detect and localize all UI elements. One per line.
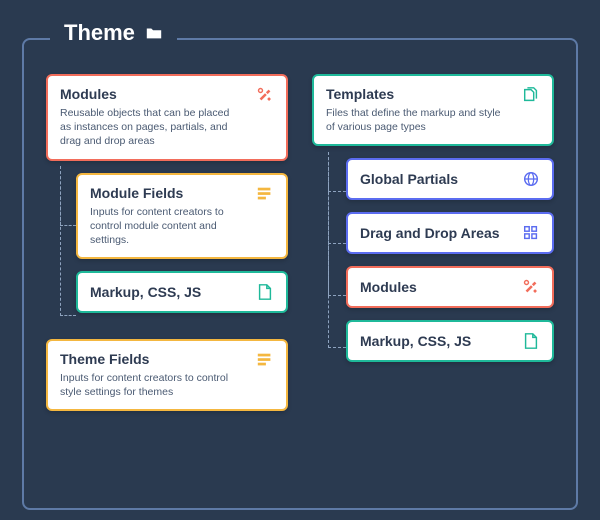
tools-icon xyxy=(522,278,540,296)
card-title: Markup, CSS, JS xyxy=(360,333,471,349)
card-desc: Reusable objects that can be placed as i… xyxy=(60,106,240,149)
card-title: Modules xyxy=(60,86,240,102)
card-title: Module Fields xyxy=(90,185,246,201)
frame-title: Theme xyxy=(50,20,177,46)
card-markup-left: Markup, CSS, JS xyxy=(76,271,288,313)
card-modules: Modules Reusable objects that can be pla… xyxy=(46,74,288,161)
card-global-partials: Global Partials xyxy=(346,158,554,200)
card-title: Theme Fields xyxy=(60,351,240,367)
file-icon xyxy=(522,332,540,350)
card-desc: Files that define the markup and style o… xyxy=(326,106,506,134)
connector xyxy=(60,166,76,316)
grid-icon xyxy=(522,224,540,242)
folder-swap-icon xyxy=(145,24,163,42)
right-column: Templates Files that define the markup a… xyxy=(312,74,554,508)
list-icon xyxy=(256,351,274,369)
card-title: Drag and Drop Areas xyxy=(360,225,500,241)
card-title: Markup, CSS, JS xyxy=(90,284,201,300)
card-modules-right: Modules xyxy=(346,266,554,308)
card-title: Templates xyxy=(326,86,506,102)
card-desc: Inputs for content creators to control m… xyxy=(90,205,246,248)
card-desc: Inputs for content creators to control s… xyxy=(60,371,240,399)
card-markup-right: Markup, CSS, JS xyxy=(346,320,554,362)
card-title: Global Partials xyxy=(360,171,458,187)
card-templates: Templates Files that define the markup a… xyxy=(312,74,554,146)
card-drag-drop: Drag and Drop Areas xyxy=(346,212,554,254)
card-title: Modules xyxy=(360,279,417,295)
card-theme-fields: Theme Fields Inputs for content creators… xyxy=(46,339,288,411)
card-module-fields: Module Fields Inputs for content creator… xyxy=(76,173,288,260)
list-icon xyxy=(256,185,274,203)
globe-icon xyxy=(522,170,540,188)
connector xyxy=(328,152,346,348)
left-column: Modules Reusable objects that can be pla… xyxy=(46,74,288,508)
frame-title-text: Theme xyxy=(64,20,135,46)
tools-icon xyxy=(256,86,274,104)
files-icon xyxy=(522,86,540,104)
file-icon xyxy=(256,283,274,301)
